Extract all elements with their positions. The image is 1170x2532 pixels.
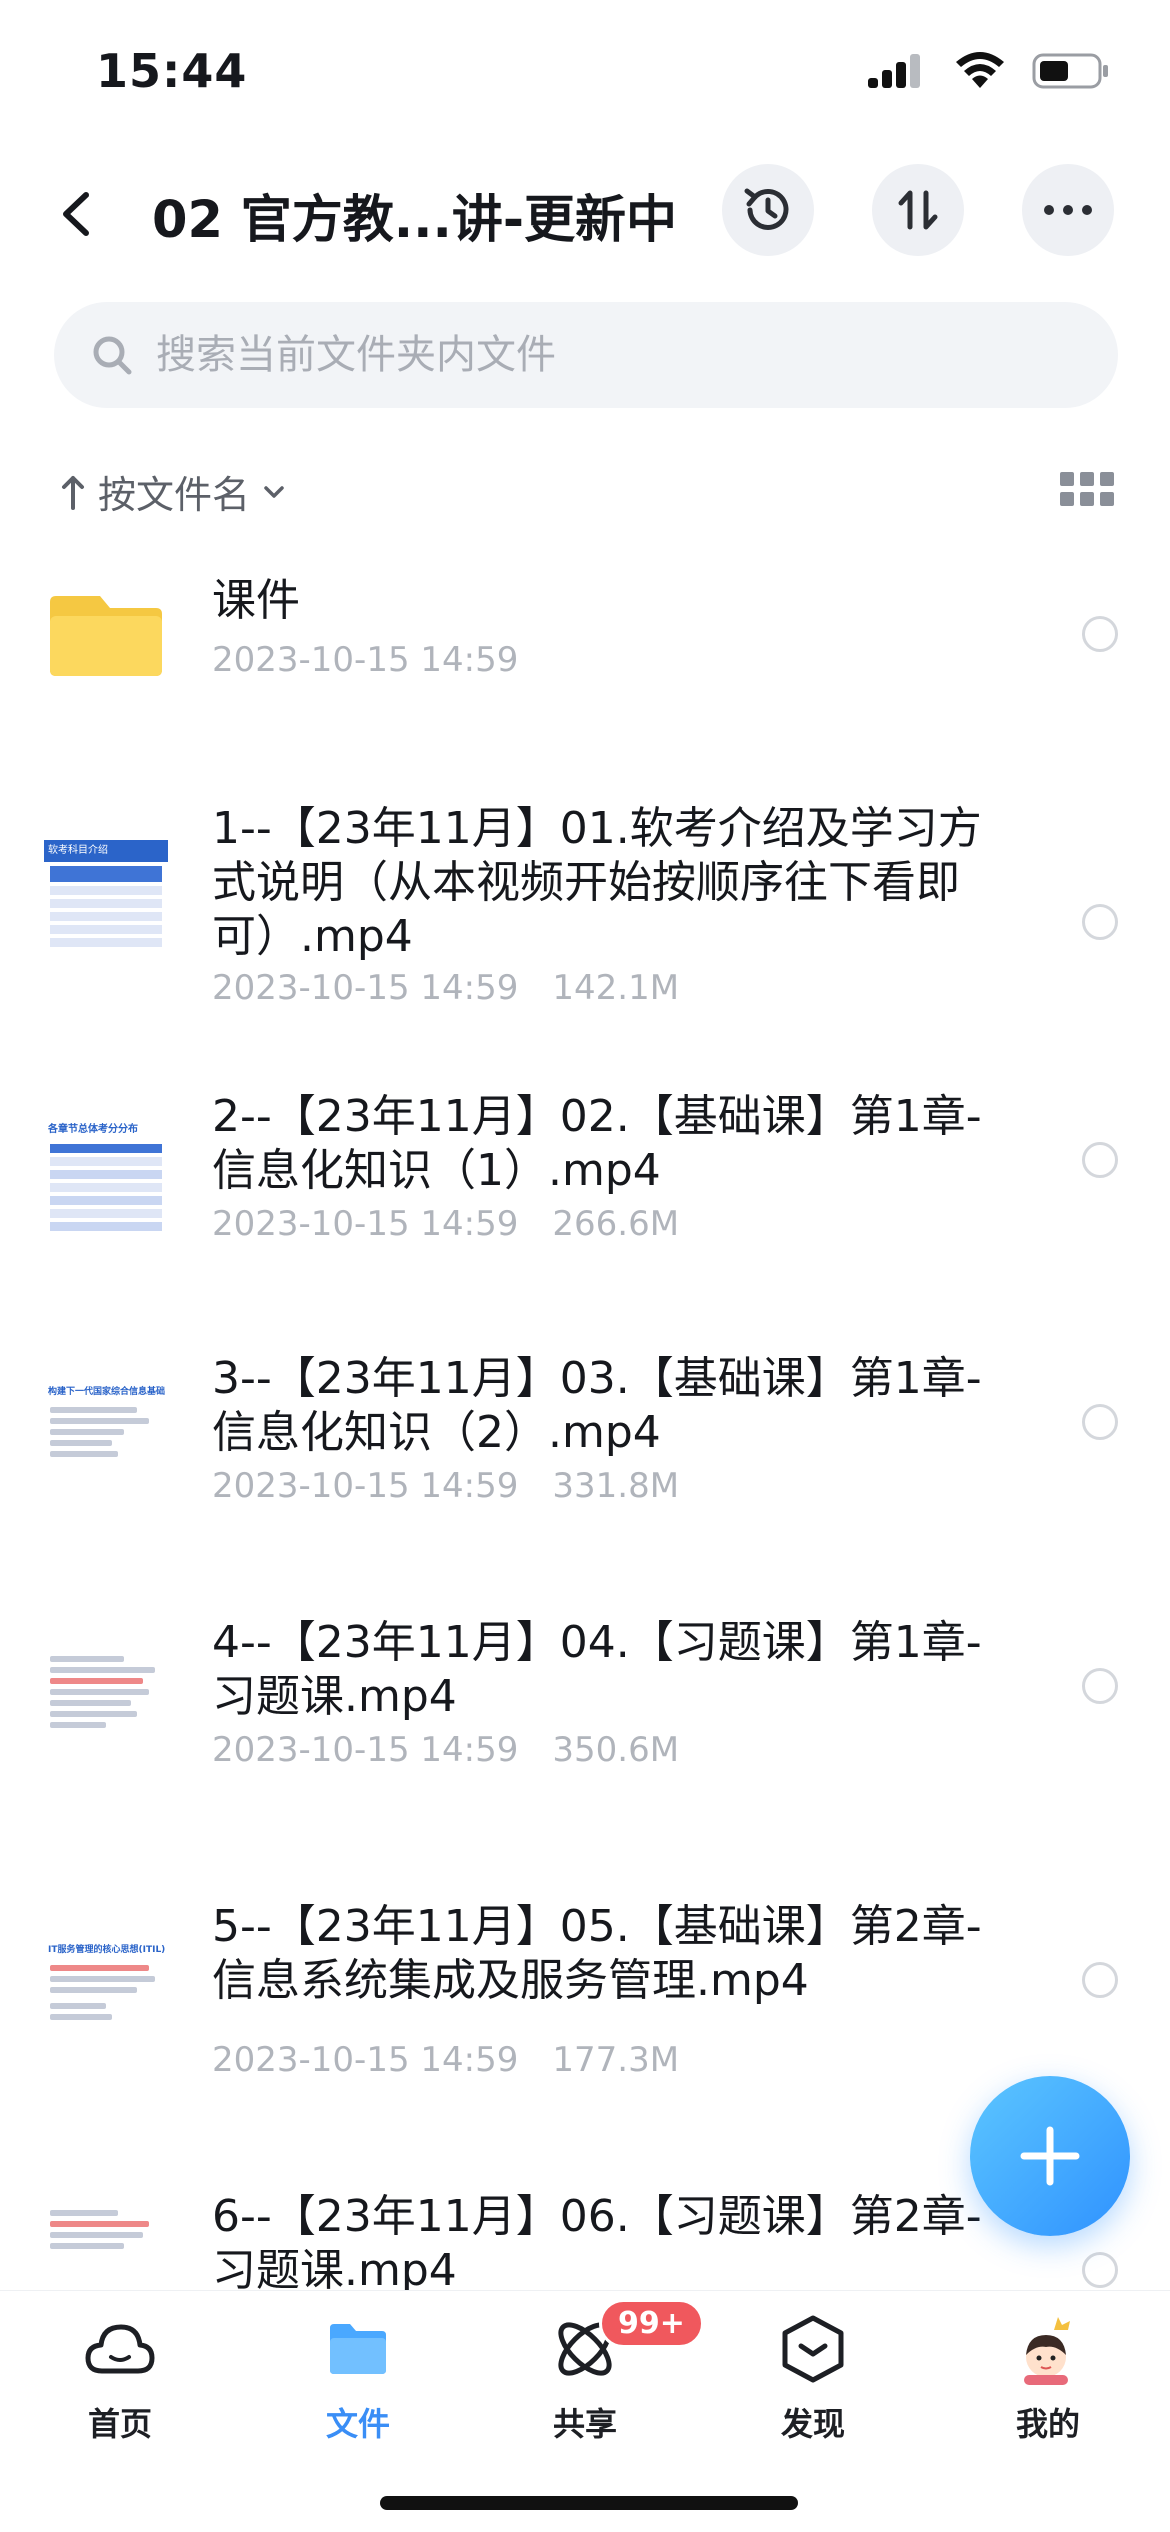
file-name: 3--【23年11月】03.【基础课】第1章-信息化知识（2）.mp4: [212, 1353, 982, 1458]
file-row[interactable]: 各章节总体考分分布 2--【23年11月】02.【基础课】第1章-信息化知识（1…: [0, 1090, 1170, 1280]
file-date: 2023-10-15 14:59: [212, 968, 519, 1008]
file-row[interactable]: 4--【23年11月】04.【习题课】第1章-习题课.mp4 2023-10-1…: [0, 1616, 1170, 1806]
more-dots-icon: [1044, 205, 1092, 215]
status-bar: 15:44: [0, 0, 1170, 150]
file-meta: 2023-10-15 14:59 142.1M: [212, 968, 679, 1008]
file-name: 课件: [212, 575, 300, 626]
tab-label: 我的: [1015, 2405, 1080, 2443]
sort-button[interactable]: 按文件名: [60, 464, 286, 519]
search-bar[interactable]: [54, 302, 1118, 408]
file-date: 2023-10-15 14:59: [212, 1466, 519, 1506]
select-radio[interactable]: [1082, 1404, 1118, 1440]
notification-badge: 99+: [599, 2299, 704, 2348]
file-date: 2023-10-15 14:59: [212, 640, 519, 680]
file-size: 142.1M: [552, 968, 680, 1008]
cloud-icon: [82, 2311, 158, 2387]
grid-icon: [1060, 472, 1074, 486]
video-thumbnail: 各章节总体考分分布: [44, 1120, 168, 1244]
history-icon: [744, 188, 789, 230]
search-input[interactable]: [156, 332, 1056, 378]
tab-label: 首页: [87, 2405, 152, 2443]
status-icons: [866, 52, 1110, 90]
select-radio[interactable]: [1082, 616, 1118, 652]
file-meta: 2023-10-15 14:59 350.6M: [212, 1730, 679, 1770]
status-time: 15:44: [96, 44, 248, 98]
video-thumbnail: 构建下一代国家综合信息基础: [44, 1382, 168, 1506]
file-name: 6--【23年11月】06.【习题课】第2章-习题课.mp4: [212, 2191, 982, 2290]
file-date: 2023-10-15 14:59: [212, 2040, 519, 2080]
search-icon: [88, 331, 136, 379]
file-size: 177.3M: [552, 2040, 680, 2080]
page-title: 02 官方教...讲-更新中: [152, 191, 678, 250]
select-radio[interactable]: [1082, 2252, 1118, 2288]
grid-view-button[interactable]: [1060, 472, 1116, 512]
tab-home[interactable]: 首页: [30, 2311, 210, 2461]
tab-profile[interactable]: 我的: [958, 2311, 1138, 2461]
file-meta: 2023-10-15 14:59 266.6M: [212, 1204, 679, 1244]
folder-icon: [50, 596, 162, 676]
file-row[interactable]: 软考科目介绍 1--【23年11月】01.软考介绍及学习方式说明（从本视频开始按…: [0, 780, 1170, 1020]
select-radio[interactable]: [1082, 1142, 1118, 1178]
video-thumbnail: [44, 2204, 168, 2290]
cellular-signal-icon: [868, 54, 920, 88]
file-date: 2023-10-15 14:59: [212, 1730, 519, 1770]
file-size: 350.6M: [552, 1730, 680, 1770]
tab-files[interactable]: 文件: [268, 2311, 448, 2461]
add-button[interactable]: [970, 2076, 1130, 2236]
transfer-button[interactable]: [872, 164, 964, 256]
file-meta: 2023-10-15 14:59: [212, 640, 518, 680]
file-date: 2023-10-15 14:59: [212, 1204, 519, 1244]
tab-label: 文件: [325, 2405, 390, 2443]
sort-ascending-icon: [62, 475, 84, 510]
chevron-down-icon: [264, 485, 284, 498]
select-radio[interactable]: [1082, 1962, 1118, 1998]
file-name: 5--【23年11月】05.【基础课】第2章-信息系统集成及服务管理.mp4: [212, 1901, 982, 2006]
file-row[interactable]: IT服务管理的核心思想(ITIL) 5--【23年11月】05.【基础课】第2章…: [0, 1900, 1170, 2110]
select-radio[interactable]: [1082, 1668, 1118, 1704]
video-thumbnail: 软考科目介绍: [44, 840, 168, 964]
file-meta: 2023-10-15 14:59 331.8M: [212, 1466, 679, 1506]
avatar-icon: [1010, 2311, 1086, 2387]
file-meta: 2023-10-15 14:59 177.3M: [212, 2040, 679, 2080]
video-thumbnail: IT服务管理的核心思想(ITIL): [44, 1940, 168, 2064]
tab-discover[interactable]: 发现: [723, 2311, 903, 2461]
screen: 15:44 02 官方教...讲-更新中 搜索当前文件夹内文件 按文件名 课件 …: [0, 0, 1170, 2532]
wifi-icon: [956, 52, 1004, 88]
file-name: 2--【23年11月】02.【基础课】第1章-信息化知识（1）.mp4: [212, 1091, 982, 1196]
file-list: 课件 2023-10-15 14:59 软考科目介绍 1--【23年11月】01…: [0, 560, 1170, 2290]
tab-label: 共享: [552, 2405, 617, 2443]
file-row[interactable]: 构建下一代国家综合信息基础 3--【23年11月】03.【基础课】第1章-信息化…: [0, 1352, 1170, 1542]
select-radio[interactable]: [1082, 904, 1118, 940]
folder-icon: [320, 2311, 396, 2387]
file-size: 266.6M: [552, 1204, 680, 1244]
back-button[interactable]: [36, 174, 116, 254]
plus-icon: [1020, 2126, 1080, 2186]
video-thumbnail: [44, 1646, 168, 1770]
file-name: 1--【23年11月】01.软考介绍及学习方式说明（从本视频开始按顺序往下看即可…: [212, 803, 982, 962]
file-name: 4--【23年11月】04.【习题课】第1章-习题课.mp4: [212, 1617, 982, 1722]
more-button[interactable]: [1022, 164, 1114, 256]
file-row-folder[interactable]: 课件 2023-10-15 14:59: [0, 560, 1170, 710]
history-button[interactable]: [722, 164, 814, 256]
transfer-arrows-icon: [898, 190, 938, 230]
sort-label: 按文件名: [98, 473, 251, 517]
home-indicator: [380, 2496, 798, 2510]
file-size: 331.8M: [552, 1466, 680, 1506]
tab-label: 发现: [780, 2405, 845, 2443]
sort-row: 按文件名: [0, 450, 1170, 530]
back-arrow-icon: [63, 192, 89, 236]
discover-icon: [775, 2311, 851, 2387]
header: 02 官方教...讲-更新中: [0, 150, 1170, 280]
battery-icon: [1032, 53, 1108, 89]
tab-share[interactable]: 共享 99+: [495, 2299, 704, 2461]
